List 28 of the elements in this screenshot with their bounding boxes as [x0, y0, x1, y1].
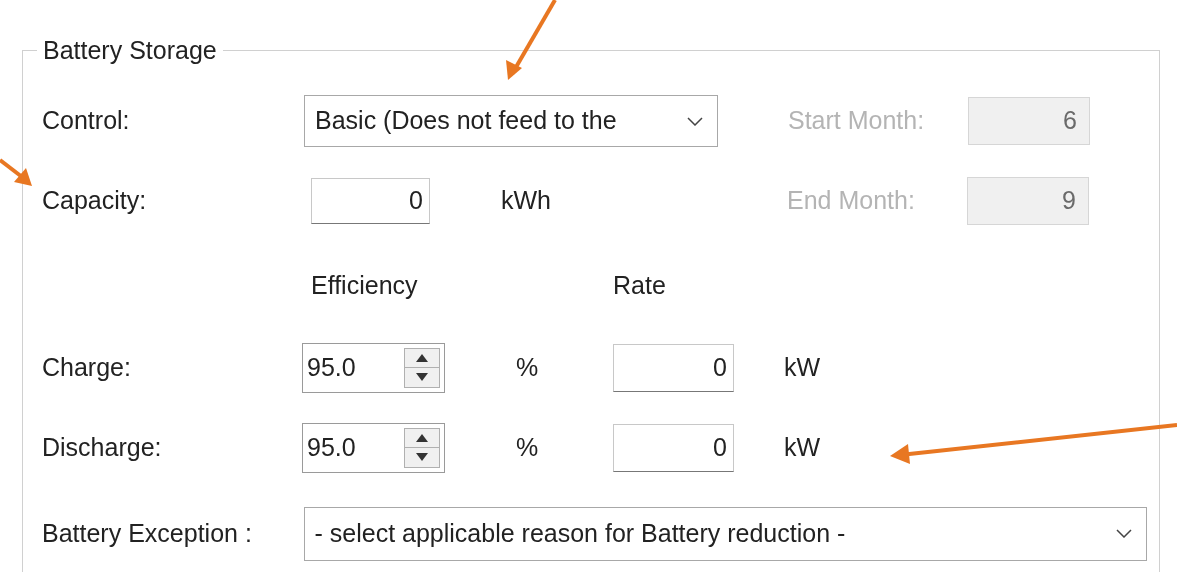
capacity-field[interactable]: 0 [311, 178, 430, 224]
triangle-down-icon [416, 373, 428, 382]
unit-label: % [516, 431, 540, 463]
control-dropdown[interactable]: Basic (Does not feed to the [304, 95, 718, 147]
unit-label: kW [784, 431, 821, 463]
triangle-down-icon [416, 453, 428, 462]
triangle-up-icon [416, 433, 428, 442]
rate-field[interactable]: 0 [613, 423, 734, 472]
unit-label: kW [784, 351, 821, 383]
spinner-field[interactable]: 95.0 [302, 422, 445, 473]
unit-label: kWh [501, 185, 552, 217]
chevron-down-icon [687, 116, 703, 126]
column-header: Efficiency [311, 270, 419, 301]
unit-label: % [516, 351, 540, 383]
field-label: Charge: [42, 351, 132, 383]
field-label: Start Month: [788, 105, 926, 137]
field-label: Battery Exception : [42, 517, 253, 549]
field-label: Capacity: [42, 185, 148, 217]
triangle-up-icon [416, 353, 428, 362]
column-header: Rate [613, 270, 666, 301]
chevron-down-icon [1116, 529, 1132, 538]
field-label: Discharge: [42, 431, 163, 463]
field-label: End Month: [787, 185, 916, 217]
field-label: Control: [42, 105, 131, 137]
exception-dropdown[interactable]: - select applicable reason for Battery reduction - [303, 506, 1147, 561]
arrow-drawing [0, 158, 34, 188]
spinner-field[interactable]: 95.0 [302, 342, 445, 393]
rate-field[interactable]: 0 [613, 343, 734, 392]
